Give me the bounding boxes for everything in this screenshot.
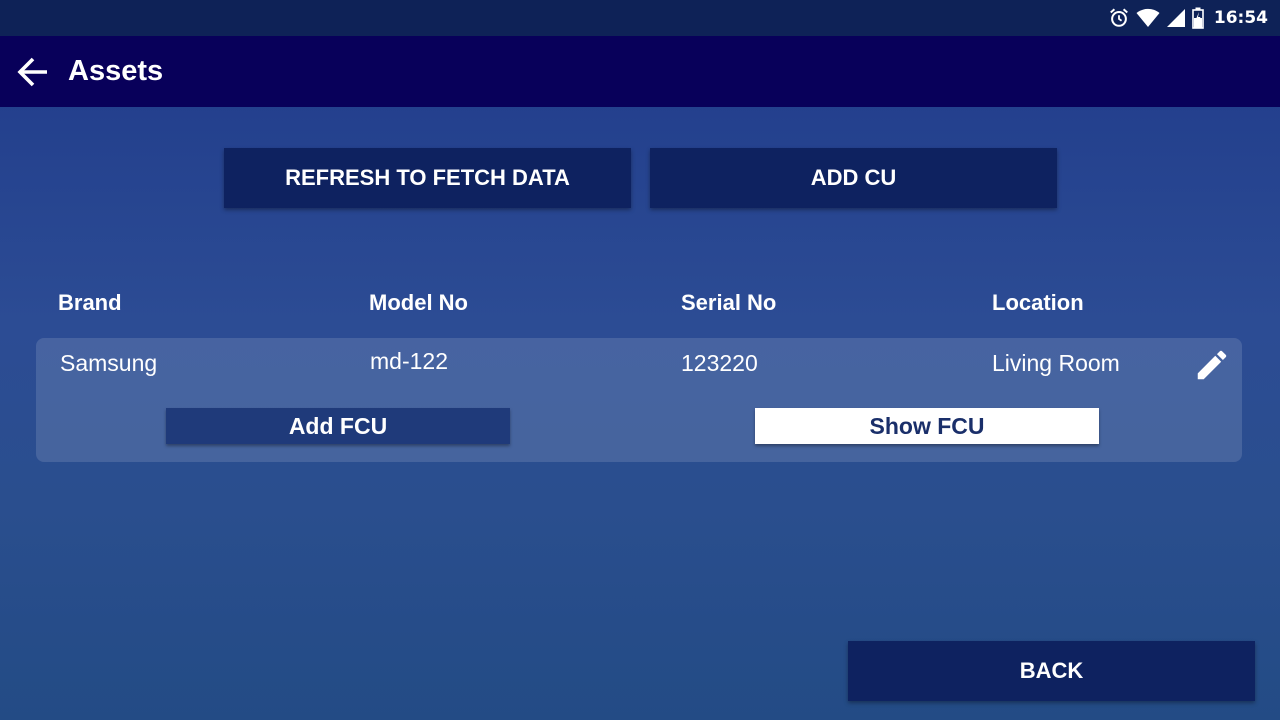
alarm-icon: [1108, 7, 1130, 29]
column-header-model-no: Model No: [369, 290, 468, 315]
status-bar: 16:54: [0, 0, 1280, 36]
wifi-icon: [1136, 8, 1160, 28]
location-value: Living Room: [992, 350, 1120, 376]
app-bar: Assets: [0, 36, 1280, 107]
column-header-location: Location: [992, 290, 1084, 315]
page-title: Assets: [68, 55, 164, 87]
status-icons: 16:54: [1108, 7, 1268, 29]
column-header-brand: Brand: [58, 290, 122, 315]
battery-icon: [1192, 7, 1204, 29]
arrow-left-icon[interactable]: [14, 53, 52, 91]
status-time: 16:54: [1213, 8, 1268, 28]
brand-value: Samsung: [60, 350, 158, 376]
signal-icon: [1166, 8, 1186, 28]
back-button[interactable]: BACK: [848, 641, 1255, 701]
pencil-icon[interactable]: [1193, 346, 1231, 384]
column-header-serial-no: Serial No: [681, 290, 777, 315]
model-no-value: md-122: [370, 348, 448, 374]
asset-row: Samsung md-122 123220 Living Room Add FC…: [36, 338, 1242, 462]
show-fcu-button[interactable]: Show FCU: [755, 408, 1099, 444]
add-fcu-button[interactable]: Add FCU: [166, 408, 510, 444]
serial-no-value: 123220: [681, 350, 758, 376]
refresh-button[interactable]: REFRESH TO FETCH DATA: [224, 148, 631, 208]
add-cu-button[interactable]: ADD CU: [650, 148, 1057, 208]
